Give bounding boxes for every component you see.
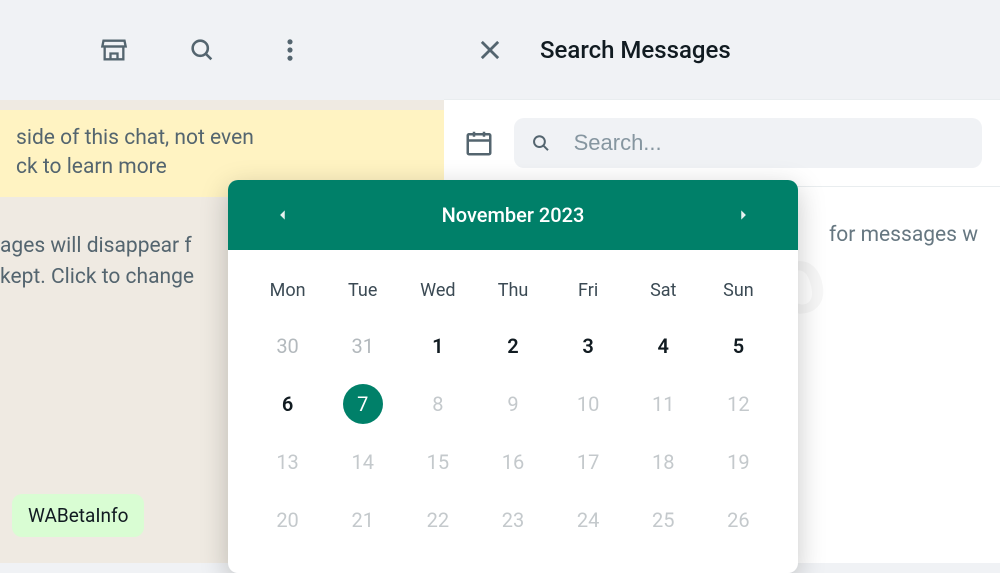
weekday-label: Thu <box>475 270 550 317</box>
menu-icon[interactable] <box>270 30 310 70</box>
weekday-label: Sat <box>626 270 701 317</box>
calendar-day: 14 <box>325 433 400 491</box>
calendar-day[interactable]: 7 <box>325 375 400 433</box>
calendar-day: 24 <box>551 491 626 549</box>
calendar-day[interactable]: 30 <box>250 317 325 375</box>
calendar-day: 11 <box>626 375 701 433</box>
search-input-container[interactable] <box>514 118 982 168</box>
calendar-day: 17 <box>551 433 626 491</box>
calendar-day: 21 <box>325 491 400 549</box>
search-icon <box>530 131 552 155</box>
calendar-day: 26 <box>701 491 776 549</box>
calendar-day: 13 <box>250 433 325 491</box>
calendar-day[interactable]: 2 <box>475 317 550 375</box>
weekday-label: Fri <box>551 270 626 317</box>
search-header: Search Messages <box>444 0 1000 100</box>
calendar-day[interactable]: 6 <box>250 375 325 433</box>
calendar-day: 16 <box>475 433 550 491</box>
search-title: Search Messages <box>540 36 731 64</box>
date-picker: November 2023 MonTueWedThuFriSatSun 3031… <box>228 180 798 573</box>
calendar-day: 9 <box>475 375 550 433</box>
calendar-day[interactable]: 5 <box>701 317 776 375</box>
search-icon[interactable] <box>182 30 222 70</box>
search-input[interactable] <box>574 130 966 156</box>
date-picker-grid: MonTueWedThuFriSatSun 303112345678910111… <box>228 250 798 573</box>
calendar-day: 12 <box>701 375 776 433</box>
message-bubble[interactable]: WABetaInfo <box>12 494 144 537</box>
calendar-day[interactable]: 4 <box>626 317 701 375</box>
month-label: November 2023 <box>442 203 585 227</box>
calendar-day: 25 <box>626 491 701 549</box>
calendar-day: 20 <box>250 491 325 549</box>
notice-line: ck to learn more <box>16 153 428 182</box>
weekday-label: Sun <box>701 270 776 317</box>
calendar-icon[interactable] <box>462 126 496 160</box>
weekday-label: Mon <box>250 270 325 317</box>
close-icon[interactable] <box>470 30 510 70</box>
calendar-day[interactable]: 1 <box>400 317 475 375</box>
calendar-day: 22 <box>400 491 475 549</box>
store-icon[interactable] <box>94 30 134 70</box>
calendar-day: 23 <box>475 491 550 549</box>
weekday-label: Tue <box>325 270 400 317</box>
calendar-day: 15 <box>400 433 475 491</box>
calendar-day: 18 <box>626 433 701 491</box>
calendar-day[interactable]: 3 <box>551 317 626 375</box>
search-row <box>444 100 1000 187</box>
calendar-day: 19 <box>701 433 776 491</box>
weekday-label: Wed <box>400 270 475 317</box>
message-text: WABetaInfo <box>28 504 128 527</box>
notice-line: side of this chat, not even <box>16 124 428 153</box>
calendar-day: 8 <box>400 375 475 433</box>
chat-header <box>0 0 444 100</box>
calendar-day[interactable]: 31 <box>325 317 400 375</box>
date-picker-header: November 2023 <box>228 180 798 250</box>
prev-month-button[interactable] <box>268 200 298 230</box>
calendar-day: 10 <box>551 375 626 433</box>
next-month-button[interactable] <box>728 200 758 230</box>
